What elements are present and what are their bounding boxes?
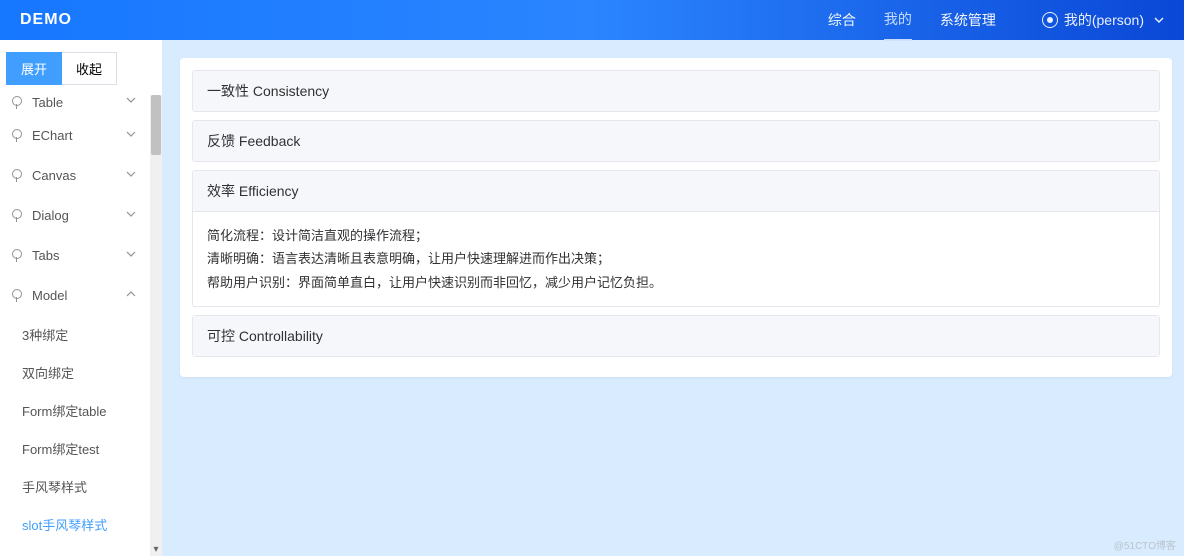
sidebar-item-label: Model (32, 288, 126, 303)
scrollbar-track[interactable]: ▴ ▾ (150, 95, 162, 556)
sidebar-item-label: Canvas (32, 168, 126, 183)
watermark-text: @51CTO博客 (1114, 537, 1176, 552)
chevron-down-icon (126, 169, 136, 182)
accordion-header[interactable]: 一致性 Consistency (193, 71, 1159, 111)
scroll-down-icon[interactable]: ▾ (150, 544, 162, 556)
sidebar-toolbar: 展开 收起 (0, 40, 162, 95)
sidebar-item-tabs[interactable]: Tabs (0, 235, 150, 275)
app-logo: DEMO (20, 11, 72, 29)
accordion-header[interactable]: 效率 Efficiency (193, 171, 1159, 211)
app-header: DEMO 综合 我的 系统管理 我的(person) (0, 0, 1184, 40)
sidebar-item-label: Dialog (32, 208, 126, 223)
collapse-button[interactable]: 收起 (62, 52, 117, 85)
accordion-item-controllability: 可控 Controllability (192, 315, 1160, 357)
accordion-item-efficiency: 效率 Efficiency 简化流程：设计简洁直观的操作流程； 清晰明确：语言表… (192, 170, 1160, 307)
sidebar-menu: Table EChart Canvas (0, 95, 150, 556)
sidebar-subitem-twoway[interactable]: 双向绑定 (18, 353, 150, 391)
main-content: 一致性 Consistency 反馈 Feedback 效率 Efficienc… (162, 40, 1184, 556)
accordion-card: 一致性 Consistency 反馈 Feedback 效率 Efficienc… (180, 58, 1172, 377)
chevron-down-icon (126, 209, 136, 222)
sidebar-subitem-3binding[interactable]: 3种绑定 (18, 315, 150, 353)
accordion-body: 简化流程：设计简洁直观的操作流程； 清晰明确：语言表达清晰且表意明确，让用户快速… (193, 211, 1159, 306)
sidebar-item-label: Table (32, 95, 126, 110)
sidebar-item-table[interactable]: Table (0, 95, 150, 115)
sidebar-subitem-accordion[interactable]: 手风琴样式 (18, 467, 150, 505)
sidebar-subitem-formtable[interactable]: Form绑定table (18, 391, 150, 429)
accordion-header[interactable]: 反馈 Feedback (193, 121, 1159, 161)
chevron-down-icon (1154, 12, 1164, 28)
scrollbar-thumb[interactable] (151, 95, 161, 155)
accordion-item-consistency: 一致性 Consistency (192, 70, 1160, 112)
location-icon (10, 128, 24, 142)
sidebar-item-dialog[interactable]: Dialog (0, 195, 150, 235)
location-icon (10, 95, 24, 109)
sidebar-subitem-slot-accordion[interactable]: slot手风琴样式 (18, 505, 150, 543)
location-icon (10, 248, 24, 262)
chevron-down-icon (126, 249, 136, 262)
nav-zonghe[interactable]: 综合 (828, 10, 856, 30)
sidebar-item-canvas[interactable]: Canvas (0, 155, 150, 195)
accordion-item-feedback: 反馈 Feedback (192, 120, 1160, 162)
user-label: 我的(person) (1064, 10, 1144, 30)
location-icon (10, 168, 24, 182)
sidebar: 展开 收起 Table EChart (0, 40, 162, 556)
top-nav: 综合 我的 系统管理 我的(person) (828, 9, 1164, 31)
accordion-text-line: 清晰明确：语言表达清晰且表意明确，让用户快速理解进而作出决策； (207, 247, 1145, 270)
expand-button[interactable]: 展开 (6, 52, 62, 85)
nav-wode[interactable]: 我的 (884, 9, 912, 41)
location-icon (10, 288, 24, 302)
sidebar-item-label: EChart (32, 128, 126, 143)
sidebar-item-echart[interactable]: EChart (0, 115, 150, 155)
accordion-header[interactable]: 可控 Controllability (193, 316, 1159, 356)
avatar-icon (1042, 12, 1058, 28)
sidebar-item-label: Tabs (32, 248, 126, 263)
nav-system[interactable]: 系统管理 (940, 10, 996, 30)
accordion-text-line: 帮助用户识别：界面简单直白，让用户快速识别而非回忆，减少用户记忆负担。 (207, 271, 1145, 294)
chevron-down-icon (126, 95, 136, 108)
sidebar-subitem-formtest[interactable]: Form绑定test (18, 429, 150, 467)
chevron-up-icon (126, 289, 136, 302)
sidebar-submenu-model: 3种绑定 双向绑定 Form绑定table Form绑定test 手风琴样式 s… (0, 315, 150, 543)
sidebar-item-model[interactable]: Model (0, 275, 150, 315)
user-menu[interactable]: 我的(person) (1042, 10, 1164, 30)
location-icon (10, 208, 24, 222)
accordion-text-line: 简化流程：设计简洁直观的操作流程； (207, 224, 1145, 247)
chevron-down-icon (126, 129, 136, 142)
